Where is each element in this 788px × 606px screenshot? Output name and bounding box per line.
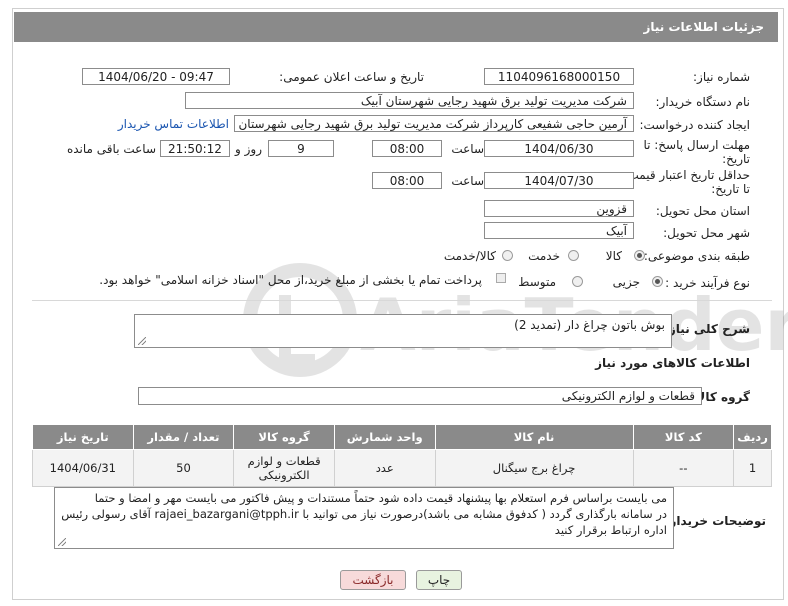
description-textarea[interactable]: بوش باتون چراغ دار (تمدید 2): [134, 314, 672, 348]
city-label: شهر محل تحویل:: [663, 226, 750, 240]
price-validity-label-2: تا تاریخ:: [711, 182, 750, 196]
price-validity-time-label: ساعت: [451, 174, 484, 188]
description-label: شرح کلی نیاز:: [664, 322, 750, 336]
buyer-notes-line-1: می بایست براساس فرم استعلام بها پیشنهاد …: [94, 491, 667, 505]
cell-name: چراغ برج سیگنال: [434, 449, 634, 487]
table-header-row: ردیف کد کالا نام کالا واحد شمارش گروه کا…: [32, 424, 772, 450]
buyer-notes-line-3: اداره ارتباط برقرار کنید: [554, 523, 667, 537]
treasury-payment-note: پرداخت تمام یا بخشی از مبلغ خرید،از محل …: [99, 273, 482, 287]
goods-table: ردیف کد کالا نام کالا واحد شمارش گروه کا…: [32, 424, 772, 487]
cell-quantity: 50: [132, 449, 235, 487]
resize-grip-icon[interactable]: [58, 538, 66, 546]
col-header-row-number: ردیف: [733, 424, 772, 450]
need-number-label: شماره نیاز:: [693, 70, 750, 84]
purchase-option-medium: متوسط: [518, 275, 556, 289]
requester-field: آرمین حاجی شفیعی کارپرداز شرکت مدیریت تو…: [234, 115, 634, 132]
reply-days-label: روز و: [235, 142, 262, 156]
remaining-time-label: ساعت باقی مانده: [66, 142, 156, 156]
resize-grip-icon[interactable]: [138, 337, 146, 345]
cell-group: قطعات و لوازم الکترونیکی: [233, 449, 335, 487]
reply-deadline-label-1: مهلت ارسال پاسخ: تا: [643, 138, 750, 152]
col-header-name: نام کالا: [434, 424, 634, 450]
buyer-org-label: نام دستگاه خریدار:: [655, 95, 751, 109]
need-number-field: 1104096168000150: [484, 68, 634, 85]
price-validity-time-field: 08:00: [372, 172, 442, 189]
buyer-notes-line-2: در سامانه بارگذاری گردد ( کدفوق مشابه می…: [61, 507, 667, 521]
category-label: طبقه بندی موضوعی:: [643, 249, 750, 263]
reply-date-field: 1404/06/30: [484, 140, 634, 157]
category-option-both: کالا/خدمت: [443, 249, 496, 263]
announce-field: 1404/06/20 - 09:47: [82, 68, 230, 85]
cell-unit: عدد: [333, 449, 436, 487]
category-radio-both[interactable]: [502, 250, 513, 261]
category-radio-service[interactable]: [568, 250, 579, 261]
col-header-quantity: تعداد / مقدار: [132, 424, 235, 450]
buyer-notes-label: توضیحات خریدار:: [664, 514, 766, 528]
window-titlebar: جزئیات اطلاعات نیاز: [14, 12, 778, 42]
buyer-contact-link[interactable]: اطلاعات تماس خریدار: [118, 117, 229, 131]
window-title: جزئیات اطلاعات نیاز: [643, 20, 764, 34]
cell-code: --: [632, 449, 735, 487]
category-option-goods: کالا: [605, 249, 622, 263]
category-option-service: خدمت: [528, 249, 560, 263]
col-header-code: کد کالا: [632, 424, 735, 450]
reply-time-label: ساعت: [451, 142, 484, 156]
treasury-payment-checkbox[interactable]: [496, 273, 506, 283]
province-label: استان محل تحویل:: [655, 204, 750, 218]
category-radio-goods[interactable]: [634, 250, 645, 261]
print-button[interactable]: چاپ: [416, 570, 462, 590]
buyer-notes-textarea[interactable]: می بایست براساس فرم استعلام بها پیشنهاد …: [54, 487, 674, 549]
back-button[interactable]: بازگشت: [340, 570, 406, 590]
description-text: بوش باتون چراغ دار (تمدید 2): [514, 318, 665, 332]
purchase-option-minor: جزیی: [612, 275, 640, 289]
province-field: قزوین: [484, 200, 634, 217]
reply-time-field: 08:00: [372, 140, 442, 157]
cell-row-number: 1: [733, 449, 772, 487]
price-validity-label-1: حداقل تاریخ اعتبار قیمت:: [623, 168, 750, 182]
remaining-time-field: 21:50:12: [160, 140, 230, 157]
reply-days-field: 9: [268, 140, 334, 157]
col-header-group: گروه کالا: [233, 424, 335, 450]
price-validity-date-field: 1404/07/30: [484, 172, 634, 189]
goods-info-heading: اطلاعات کالاهای مورد نیاز: [595, 356, 750, 370]
purchase-radio-medium[interactable]: [572, 276, 583, 287]
purchase-radio-minor[interactable]: [652, 276, 663, 287]
col-header-unit: واحد شمارش: [333, 424, 436, 450]
col-header-date: تاریخ نیاز: [32, 424, 134, 450]
buyer-org-field: شرکت مدیریت تولید برق شهید رجایی شهرستان…: [185, 92, 634, 109]
announce-label: تاریخ و ساعت اعلان عمومی:: [279, 70, 424, 84]
divider: [32, 300, 772, 301]
table-row: 1 -- چراغ برج سیگنال عدد قطعات و لوازم ا…: [32, 449, 772, 487]
purchase-type-label: نوع فرآیند خرید :: [665, 276, 750, 290]
goods-group-field: قطعات و لوازم الکترونیکی: [138, 387, 702, 405]
requester-label: ایجاد کننده درخواست:: [639, 118, 750, 132]
reply-deadline-label-2: تاریخ:: [722, 152, 750, 166]
city-field: آبیک: [484, 222, 634, 239]
cell-date: 1404/06/31: [32, 449, 134, 487]
